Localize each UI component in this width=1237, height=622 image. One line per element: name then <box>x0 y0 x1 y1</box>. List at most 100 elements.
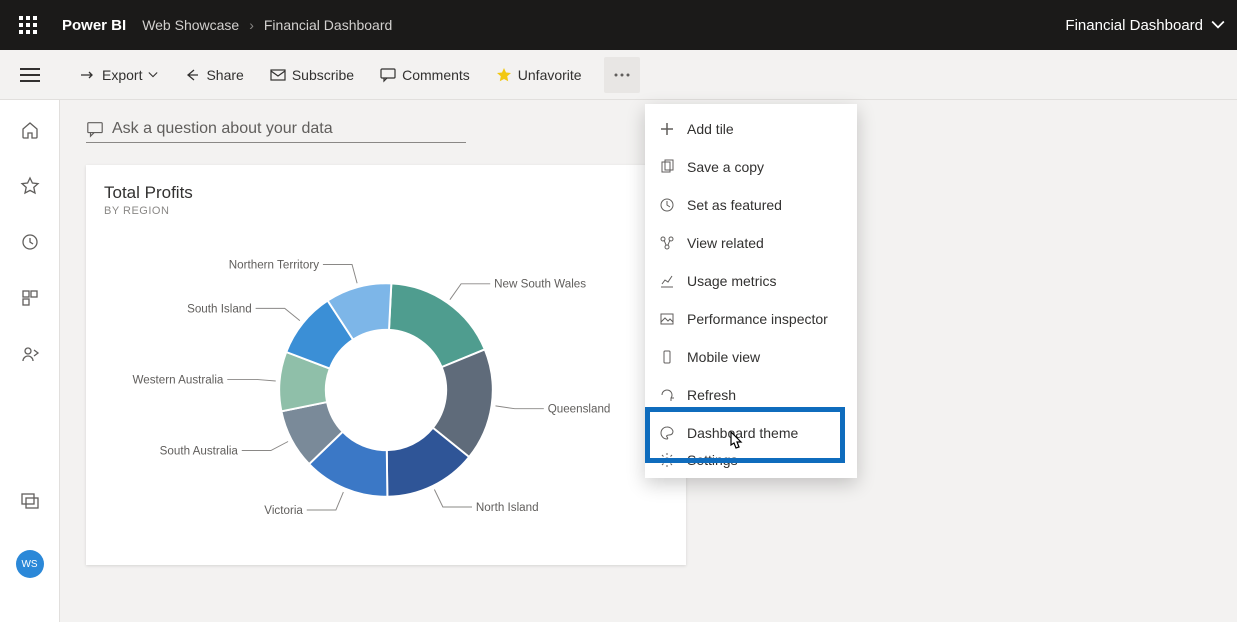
person-share-icon <box>20 344 40 364</box>
menu-refresh-label: Refresh <box>687 387 736 403</box>
menu-view-related-label: View related <box>687 235 764 251</box>
menu-usage-metrics[interactable]: Usage metrics <box>645 262 857 300</box>
menu-add-tile[interactable]: Add tile <box>645 110 857 148</box>
plus-icon <box>659 121 675 137</box>
gear-icon <box>659 452 675 468</box>
donut-chart: New South Wales Queensland North Island Vic… <box>86 225 686 555</box>
related-icon <box>659 235 675 251</box>
menu-performance-inspector-label: Performance inspector <box>687 311 828 327</box>
leader-line <box>323 264 357 283</box>
slice-label: North Island <box>476 501 539 514</box>
qna-placeholder: Ask a question about your data <box>112 120 333 138</box>
menu-dashboard-theme-label: Dashboard theme <box>687 425 798 441</box>
toolbar-row: Export Share Subscribe Comments Unfavori… <box>0 50 1237 100</box>
mail-icon <box>270 67 286 83</box>
slice-label: Northern Territory <box>229 258 319 271</box>
nav-rail: WS <box>0 100 60 622</box>
menu-set-featured[interactable]: Set as featured <box>645 186 857 224</box>
chevron-down-icon <box>148 70 158 80</box>
nav-recent[interactable] <box>14 226 46 258</box>
breadcrumb-dashboard[interactable]: Financial Dashboard <box>264 17 392 33</box>
unfavorite-button[interactable]: Unfavorite <box>486 57 592 93</box>
more-actions-menu: Add tile Save a copy Set as featured Vie… <box>645 104 857 478</box>
workspace-avatar[interactable]: WS <box>16 550 44 578</box>
chart-line-icon <box>659 273 675 289</box>
menu-dashboard-theme[interactable]: Dashboard theme <box>645 414 857 452</box>
comments-label: Comments <box>402 67 470 83</box>
leader-line <box>242 441 288 450</box>
unfavorite-label: Unfavorite <box>518 67 582 83</box>
product-brand: Power BI <box>62 17 126 34</box>
menu-set-featured-label: Set as featured <box>687 197 782 213</box>
chat-icon <box>86 120 104 138</box>
menu-save-copy[interactable]: Save a copy <box>645 148 857 186</box>
share-icon <box>184 67 200 83</box>
featured-icon <box>659 197 675 213</box>
subscribe-button[interactable]: Subscribe <box>260 57 364 93</box>
app-bar: Power BI Web Showcase › Financial Dashbo… <box>0 0 1237 50</box>
comments-button[interactable]: Comments <box>370 57 480 93</box>
menu-usage-metrics-label: Usage metrics <box>687 273 776 289</box>
nav-favorites[interactable] <box>14 170 46 202</box>
slice-label: Victoria <box>264 504 303 517</box>
menu-settings-label: Settings <box>687 452 738 468</box>
nav-shared[interactable] <box>14 338 46 370</box>
subscribe-label: Subscribe <box>292 67 354 83</box>
leader-line <box>450 284 490 300</box>
leader-line <box>307 492 344 510</box>
toolbar: Export Share Subscribe Comments Unfavori… <box>60 50 640 99</box>
dashboard-switcher-label: Financial Dashboard <box>1065 17 1203 34</box>
menu-settings[interactable]: Settings <box>645 452 857 472</box>
slice-label: New South Wales <box>494 278 586 291</box>
star-outline-icon <box>20 176 40 196</box>
slice-label: South Australia <box>160 444 239 457</box>
breadcrumb: Web Showcase › Financial Dashboard <box>142 17 392 33</box>
menu-save-copy-label: Save a copy <box>687 159 764 175</box>
work-area: WS Ask a question about your data Total … <box>0 100 1237 622</box>
leader-line <box>227 379 275 381</box>
home-icon <box>20 120 40 140</box>
export-icon <box>80 67 96 83</box>
chevron-right-icon: › <box>249 17 254 33</box>
share-label: Share <box>206 67 243 83</box>
menu-mobile-view-label: Mobile view <box>687 349 760 365</box>
export-button[interactable]: Export <box>70 57 168 93</box>
comment-icon <box>380 67 396 83</box>
leader-line <box>256 308 300 320</box>
tile-total-profits[interactable]: Total Profits BY REGION New South Wales Q… <box>86 165 686 565</box>
share-button[interactable]: Share <box>174 57 253 93</box>
breadcrumb-workspace[interactable]: Web Showcase <box>142 17 239 33</box>
palette-icon <box>659 425 675 441</box>
dashboard-switcher[interactable]: Financial Dashboard <box>1065 17 1225 34</box>
nav-home[interactable] <box>14 114 46 146</box>
slice-label: Western Australia <box>132 373 223 386</box>
qna-input[interactable]: Ask a question about your data <box>86 120 466 143</box>
leader-line <box>495 406 543 409</box>
slice-label: South Island <box>187 302 252 315</box>
slice-label: Queensland <box>548 403 611 416</box>
app-launcher-icon[interactable] <box>12 9 44 41</box>
refresh-icon <box>659 387 675 403</box>
tile-title: Total Profits <box>104 183 674 203</box>
nav-apps[interactable] <box>14 282 46 314</box>
copy-icon <box>659 159 675 175</box>
more-actions-button[interactable] <box>604 57 640 93</box>
nav-toggle-icon[interactable] <box>20 68 40 82</box>
chevron-down-icon <box>1211 18 1225 32</box>
menu-mobile-view[interactable]: Mobile view <box>645 338 857 376</box>
menu-performance-inspector[interactable]: Performance inspector <box>645 300 857 338</box>
menu-refresh[interactable]: Refresh <box>645 376 857 414</box>
tile-subtitle: BY REGION <box>104 205 674 217</box>
image-icon <box>659 311 675 327</box>
nav-workspaces[interactable] <box>14 484 46 516</box>
mobile-icon <box>659 349 675 365</box>
grid-icon <box>20 288 40 308</box>
leader-line <box>434 490 472 507</box>
ellipsis-icon <box>614 73 630 77</box>
export-label: Export <box>102 67 142 83</box>
clock-icon <box>20 232 40 252</box>
workspaces-icon <box>20 490 40 510</box>
menu-view-related[interactable]: View related <box>645 224 857 262</box>
menu-add-tile-label: Add tile <box>687 121 734 137</box>
star-filled-icon <box>496 67 512 83</box>
